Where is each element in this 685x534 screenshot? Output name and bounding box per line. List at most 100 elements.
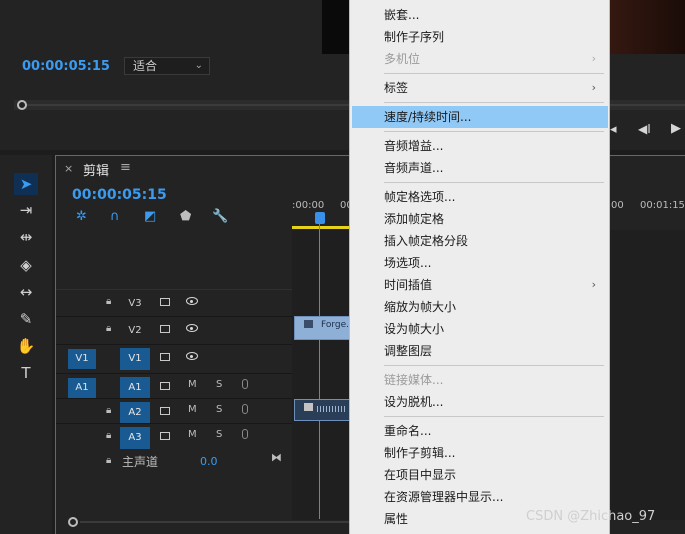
razor-tool-icon[interactable]: ◈ <box>14 254 38 276</box>
track-name[interactable]: A2 <box>120 402 150 424</box>
track-name[interactable]: V3 <box>120 293 150 315</box>
slip-tool-icon[interactable]: ↔ <box>14 281 38 303</box>
playhead-line <box>319 224 320 519</box>
mute-button[interactable]: M <box>188 379 197 390</box>
menu-item-adjustment-layer[interactable]: 调整图层 <box>352 340 608 362</box>
menu-item-label: 速度/持续时间... <box>384 110 472 124</box>
menu-item-audio-gain[interactable]: 音频增益... <box>352 135 608 157</box>
lock-icon[interactable]: 🔒︎ <box>106 296 111 307</box>
fit-zoom-select[interactable]: 适合 ⌄ <box>124 57 210 75</box>
menu-item-add-frame-hold[interactable]: 添加帧定格 <box>352 208 608 230</box>
menu-item-reveal-in-explorer[interactable]: 在资源管理器中显示... <box>352 486 608 508</box>
sequence-tab-title[interactable]: 剪辑 <box>83 160 109 179</box>
solo-button[interactable]: S <box>216 379 222 390</box>
monitor-timecode[interactable]: 00:00:05:15 <box>22 59 110 74</box>
sync-lock-icon[interactable] <box>160 325 170 333</box>
menu-item-label-submenu[interactable]: 标签 › <box>352 77 608 99</box>
microphone-icon[interactable] <box>242 429 248 439</box>
menu-item-label: 链接媒体... <box>384 373 444 387</box>
timeline-zoom-handle[interactable] <box>68 517 78 527</box>
menu-item-link-media[interactable]: 链接媒体... <box>352 369 608 391</box>
watermark-text: CSDN @Zhichao_97 <box>526 509 656 524</box>
menu-item-scale-to-frame-size[interactable]: 缩放为帧大小 <box>352 296 608 318</box>
sync-lock-icon[interactable] <box>160 407 170 415</box>
snap-magnet-icon[interactable]: ∩ <box>110 209 120 224</box>
play-icon[interactable]: ▶ <box>671 121 681 136</box>
track-name[interactable]: A3 <box>120 427 150 449</box>
menu-item-audio-channels[interactable]: 音频声道... <box>352 157 608 179</box>
panel-menu-icon[interactable]: ≡ <box>120 160 131 175</box>
menu-item-nest[interactable]: 嵌套... <box>352 4 608 26</box>
monitor-playhead-handle[interactable] <box>17 100 27 110</box>
timeline-zoom-scrollbar[interactable] <box>80 521 350 523</box>
hand-tool-icon[interactable]: ✋ <box>14 335 38 357</box>
lock-icon[interactable]: 🔒︎ <box>106 430 111 441</box>
pen-tool-icon[interactable]: ✎ <box>14 308 38 330</box>
go-to-ends-icon[interactable]: ⧓ <box>271 451 282 464</box>
clip-v2[interactable]: Forge.a <box>294 316 355 340</box>
menu-item-label: 帧定格选项... <box>384 190 456 204</box>
lock-icon[interactable]: 🔒︎ <box>106 405 111 416</box>
menu-item-frame-hold-options[interactable]: 帧定格选项... <box>352 186 608 208</box>
wrench-settings-icon[interactable]: 🔧 <box>212 209 228 224</box>
track-header-v3: 🔒︎ V3 <box>56 290 292 318</box>
playhead-handle[interactable] <box>315 212 325 224</box>
menu-separator <box>384 131 604 132</box>
sync-lock-icon[interactable] <box>160 298 170 306</box>
lock-icon[interactable]: 🔒︎ <box>106 323 111 334</box>
chevron-right-icon: › <box>591 81 596 94</box>
menu-item-make-subsequence[interactable]: 制作子序列 <box>352 26 608 48</box>
track-name[interactable]: V2 <box>120 320 150 342</box>
sync-lock-icon[interactable] <box>160 382 170 390</box>
sync-lock-icon[interactable] <box>160 353 170 361</box>
source-patch-a1[interactable]: A1 <box>68 378 96 398</box>
previous-frame-icon[interactable]: ◀Ⅰ <box>638 122 651 136</box>
microphone-icon[interactable] <box>242 379 248 389</box>
chevron-right-icon: › <box>591 52 596 65</box>
menu-item-multicam[interactable]: 多机位 › <box>352 48 608 70</box>
master-track-label: 主声道 <box>122 455 159 469</box>
clip-a2[interactable] <box>294 399 350 421</box>
mute-button[interactable]: M <box>188 404 197 415</box>
mute-button[interactable]: M <box>188 429 197 440</box>
sync-lock-icon[interactable] <box>160 432 170 440</box>
type-tool-icon[interactable]: T <box>14 362 38 384</box>
menu-item-set-to-frame-size[interactable]: 设为帧大小 <box>352 318 608 340</box>
ruler-tick-label: :00:00 <box>292 200 325 211</box>
microphone-icon[interactable] <box>242 404 248 414</box>
solo-button[interactable]: S <box>216 404 222 415</box>
menu-item-insert-frame-hold-segment[interactable]: 插入帧定格分段 <box>352 230 608 252</box>
step-back-icon[interactable]: ◂ <box>610 122 617 137</box>
timeline-timecode[interactable]: 00:00:05:15 <box>72 187 167 203</box>
source-patch-v1[interactable]: V1 <box>68 349 96 369</box>
ruler-tick-label: 00 <box>611 200 624 211</box>
menu-item-time-interpolation[interactable]: 时间插值 › <box>352 274 608 296</box>
menu-item-rename[interactable]: 重命名... <box>352 420 608 442</box>
work-area-bar[interactable] <box>292 226 352 229</box>
track-name[interactable]: A1 <box>120 377 150 399</box>
menu-item-make-offline[interactable]: 设为脱机... <box>352 391 608 413</box>
eye-icon[interactable] <box>186 324 198 332</box>
menu-item-label: 音频声道... <box>384 161 444 175</box>
menu-item-label: 设为帧大小 <box>384 322 445 336</box>
eye-icon[interactable] <box>186 352 198 360</box>
menu-item-reveal-in-project[interactable]: 在项目中显示 <box>352 464 608 486</box>
chevron-down-icon: ⌄ <box>194 60 203 71</box>
track-name[interactable]: V1 <box>120 348 150 370</box>
lock-icon[interactable]: 🔒︎ <box>106 455 111 466</box>
track-select-tool-icon[interactable]: ⇥ <box>14 199 38 221</box>
linked-selection-icon[interactable]: ◩ <box>144 209 156 224</box>
fit-zoom-value: 适合 <box>133 59 158 73</box>
menu-separator <box>384 182 604 183</box>
add-marker-icon[interactable]: ⬟ <box>180 209 191 224</box>
close-icon[interactable]: × <box>64 162 73 175</box>
ripple-edit-tool-icon[interactable]: ⇹ <box>14 226 38 248</box>
nest-toggle-icon[interactable]: ✲ <box>76 209 87 224</box>
menu-item-speed-duration[interactable]: 速度/持续时间... <box>352 106 608 128</box>
master-volume-value[interactable]: 0.0 <box>200 455 218 468</box>
menu-item-make-subclip[interactable]: 制作子剪辑... <box>352 442 608 464</box>
menu-item-field-options[interactable]: 场选项... <box>352 252 608 274</box>
eye-icon[interactable] <box>186 297 198 305</box>
selection-tool-icon[interactable]: ➤ <box>14 173 38 195</box>
solo-button[interactable]: S <box>216 429 222 440</box>
